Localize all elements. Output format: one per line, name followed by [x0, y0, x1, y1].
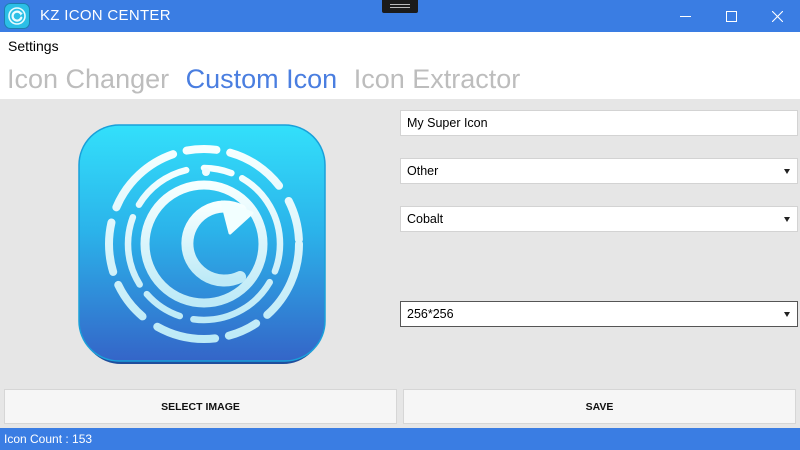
category-select[interactable]: Other: [400, 158, 798, 184]
app-icon: [4, 3, 30, 29]
close-icon: [771, 10, 783, 22]
dropdown-arrow-icon: [784, 217, 790, 222]
tab-icon-changer[interactable]: Icon Changer: [7, 64, 169, 94]
select-image-button[interactable]: SELECT IMAGE: [4, 389, 397, 424]
window-drag-handle[interactable]: [382, 0, 418, 13]
minimize-button[interactable]: [662, 0, 708, 32]
dropdown-arrow-icon: [784, 312, 790, 317]
title-bar: KZ ICON CENTER: [0, 0, 800, 32]
save-button[interactable]: SAVE: [403, 389, 796, 424]
dropdown-arrow-icon: [784, 169, 790, 174]
app-title: KZ ICON CENTER: [40, 7, 171, 24]
maximize-icon: [725, 10, 737, 22]
close-button[interactable]: [754, 0, 800, 32]
tab-bar: Icon Changer Custom Icon Icon Extractor: [7, 64, 529, 95]
minimize-icon: [679, 15, 691, 17]
color-value: Cobalt: [407, 212, 444, 226]
color-select[interactable]: Cobalt: [400, 206, 798, 232]
size-value: 256*256: [407, 307, 454, 321]
icon-name-input[interactable]: My Super Icon: [400, 110, 798, 136]
maximize-button[interactable]: [708, 0, 754, 32]
icon-name-value: My Super Icon: [407, 116, 488, 130]
icon-preview: [78, 124, 326, 364]
settings-menu[interactable]: Settings: [8, 38, 59, 54]
category-value: Other: [407, 164, 439, 178]
tab-icon-extractor[interactable]: Icon Extractor: [354, 64, 521, 94]
size-select[interactable]: 256*256: [400, 301, 798, 327]
status-bar: Icon Count : 153: [0, 428, 800, 450]
icon-count: Icon Count : 153: [4, 432, 93, 446]
tab-custom-icon[interactable]: Custom Icon: [186, 64, 338, 94]
